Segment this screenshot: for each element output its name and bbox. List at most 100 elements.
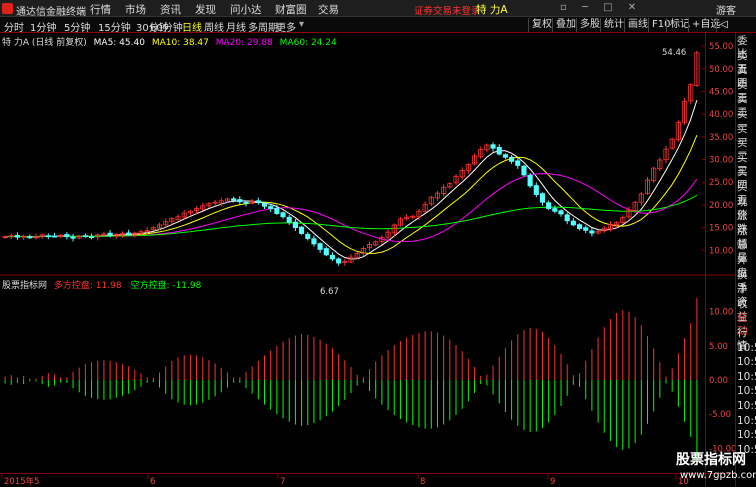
- tool-draw[interactable]: 画线: [624, 18, 651, 32]
- candle-body: [583, 227, 589, 231]
- candle-body: [231, 198, 237, 201]
- indicator-y-tick-label: 10.00: [709, 308, 733, 318]
- y-tick-label: 10.00: [709, 246, 733, 256]
- watermark-text: 股票指标网: [676, 452, 746, 468]
- y-tick-label: 40.00: [709, 110, 733, 120]
- candle-body: [70, 236, 76, 239]
- tool-stats[interactable]: 统计: [600, 18, 627, 32]
- tool-fuquan[interactable]: 复权: [528, 18, 555, 32]
- candle-body: [126, 232, 132, 235]
- period-daily[interactable]: 日线: [182, 19, 202, 34]
- x-tick-label: 9: [550, 477, 555, 487]
- candle-body: [336, 258, 342, 264]
- period-5min[interactable]: 5分钟: [64, 19, 90, 34]
- period-1min[interactable]: 1分钟: [30, 19, 56, 34]
- chart-title: 特 力A (日线 前复权): [2, 38, 87, 48]
- y-tick-label: 20.00: [709, 201, 733, 211]
- candle-body: [329, 254, 336, 260]
- candle-body: [107, 232, 113, 236]
- ma10-label: MA10: 38.47: [151, 38, 209, 48]
- candle-body: [261, 203, 268, 207]
- candle-body: [243, 201, 249, 204]
- ma60-label: MA60: 24.24: [279, 38, 337, 48]
- candle-body: [521, 165, 527, 176]
- candle-body: [286, 216, 292, 223]
- candle-body: [533, 185, 539, 195]
- kline-chart[interactable]: 55.00 50.00 45.00 40.00 35.00 30.00 25.00 20.00…: [0, 33, 735, 487]
- y-tick-label: 25.00: [709, 178, 733, 188]
- indicator-y-tick-label: -5.00: [709, 410, 731, 420]
- period-multi[interactable]: 多周期: [248, 19, 278, 34]
- candle-body: [305, 233, 311, 239]
- candle-body: [82, 235, 88, 238]
- period-more[interactable]: 更多: [276, 19, 296, 34]
- period-15min[interactable]: 15分钟: [98, 19, 131, 34]
- candle-body: [539, 193, 546, 203]
- app-logo-icon: [2, 3, 13, 14]
- long-control-label: 多方控盘: 11.98: [53, 281, 122, 291]
- candle-body: [558, 210, 564, 215]
- side-panel-label: 10:50: [737, 356, 756, 369]
- candle-body: [570, 220, 576, 226]
- x-tick-label: 8: [420, 477, 425, 487]
- candle-body: [589, 230, 595, 234]
- watermark-url: www.7gpzb.com: [680, 470, 756, 481]
- menu-shichang[interactable]: 市场: [125, 2, 146, 17]
- candle-body: [490, 144, 496, 149]
- candle-body: [280, 212, 286, 218]
- tool-overlay[interactable]: 叠加: [552, 18, 579, 32]
- candle-body: [45, 235, 51, 238]
- indicator-y-tick-label: 0.00: [709, 376, 728, 386]
- candle-body: [64, 234, 70, 238]
- y-tick-label: 55.00: [709, 42, 733, 52]
- candle-body: [496, 146, 502, 155]
- guest-user-label[interactable]: 游客: [716, 2, 736, 17]
- menu-bar: 通达信金融终端 行情 市场 资讯 发现 问小达 财富圈 交易 证券交易未登录 特…: [0, 0, 756, 18]
- candle-body: [576, 224, 583, 229]
- quote-side-panel: 委比 卖五 卖四 卖三 卖二 卖一 买一 买二 买三 买四 买五 现价 涨跌 涨幅 总量 外盘 换手 净资 收益 自动…: [735, 33, 756, 487]
- y-tick-label: 15.00: [709, 224, 733, 234]
- menu-faxian[interactable]: 发现: [195, 2, 216, 17]
- candle-body: [552, 208, 558, 212]
- period-fenshi[interactable]: 分时: [4, 19, 24, 34]
- side-panel-label: 10:51: [737, 370, 756, 383]
- ma20-label: MA20: 29.88: [215, 38, 273, 48]
- candle-body: [14, 235, 21, 238]
- ma-legend: 特 力A (日线 前复权) MA5: 45.40 MA10: 38.47 MA2…: [2, 35, 337, 48]
- menu-zixun[interactable]: 资讯: [160, 2, 181, 17]
- candle-body: [299, 226, 305, 234]
- candle-body: [311, 238, 317, 245]
- tool-multistock[interactable]: 多股: [576, 18, 603, 32]
- x-tick-label: 6: [150, 477, 155, 487]
- candle-body: [51, 235, 58, 238]
- back-icon[interactable]: ◁: [716, 18, 731, 32]
- candle-body: [317, 243, 323, 250]
- app-title: 通达信金融终端: [16, 7, 86, 18]
- side-panel-label: 10:50: [737, 341, 756, 354]
- window-controls[interactable]: ▫ ─ □ ✕: [560, 2, 642, 13]
- candle-body: [323, 248, 329, 256]
- more-chevron-icon[interactable]: ▾: [299, 19, 304, 30]
- current-stock-name: 特 力A: [476, 4, 508, 16]
- candle-body: [292, 221, 298, 229]
- period-60min[interactable]: 60分钟: [150, 19, 183, 34]
- login-notice[interactable]: 证券交易未登录: [414, 3, 481, 17]
- side-panel-label: 10:51: [737, 400, 756, 412]
- menu-hangqing[interactable]: 行情: [90, 2, 111, 17]
- period-weekly[interactable]: 周线: [204, 19, 224, 34]
- trading-terminal: 通达信金融终端 行情 市场 资讯 发现 问小达 财富圈 交易 证券交易未登录 特…: [0, 0, 756, 487]
- candle-body: [27, 236, 33, 239]
- ma5-label: MA5: 45.40: [93, 38, 145, 48]
- period-toolbar: 分时 1分钟 5分钟 15分钟 30分钟 60分钟 日线 周线 月线 多周期 更…: [0, 17, 756, 34]
- menu-caifuquan[interactable]: 财富圈: [275, 2, 307, 17]
- side-panel-label: 10:52: [737, 429, 756, 442]
- candle-body: [274, 207, 280, 214]
- period-monthly[interactable]: 月线: [226, 19, 246, 34]
- short-control-label: 空方控盘: -11.98: [130, 281, 202, 291]
- candle-body: [509, 156, 515, 162]
- indicator-legend: 股票指标网 多方控盘: 11.98 空方控盘: -11.98: [2, 278, 201, 291]
- y-tick-label: 45.00: [709, 87, 733, 97]
- candle-body: [255, 200, 261, 204]
- menu-jiaoyi[interactable]: 交易: [318, 2, 339, 17]
- menu-wenxiaoda[interactable]: 问小达: [230, 2, 262, 17]
